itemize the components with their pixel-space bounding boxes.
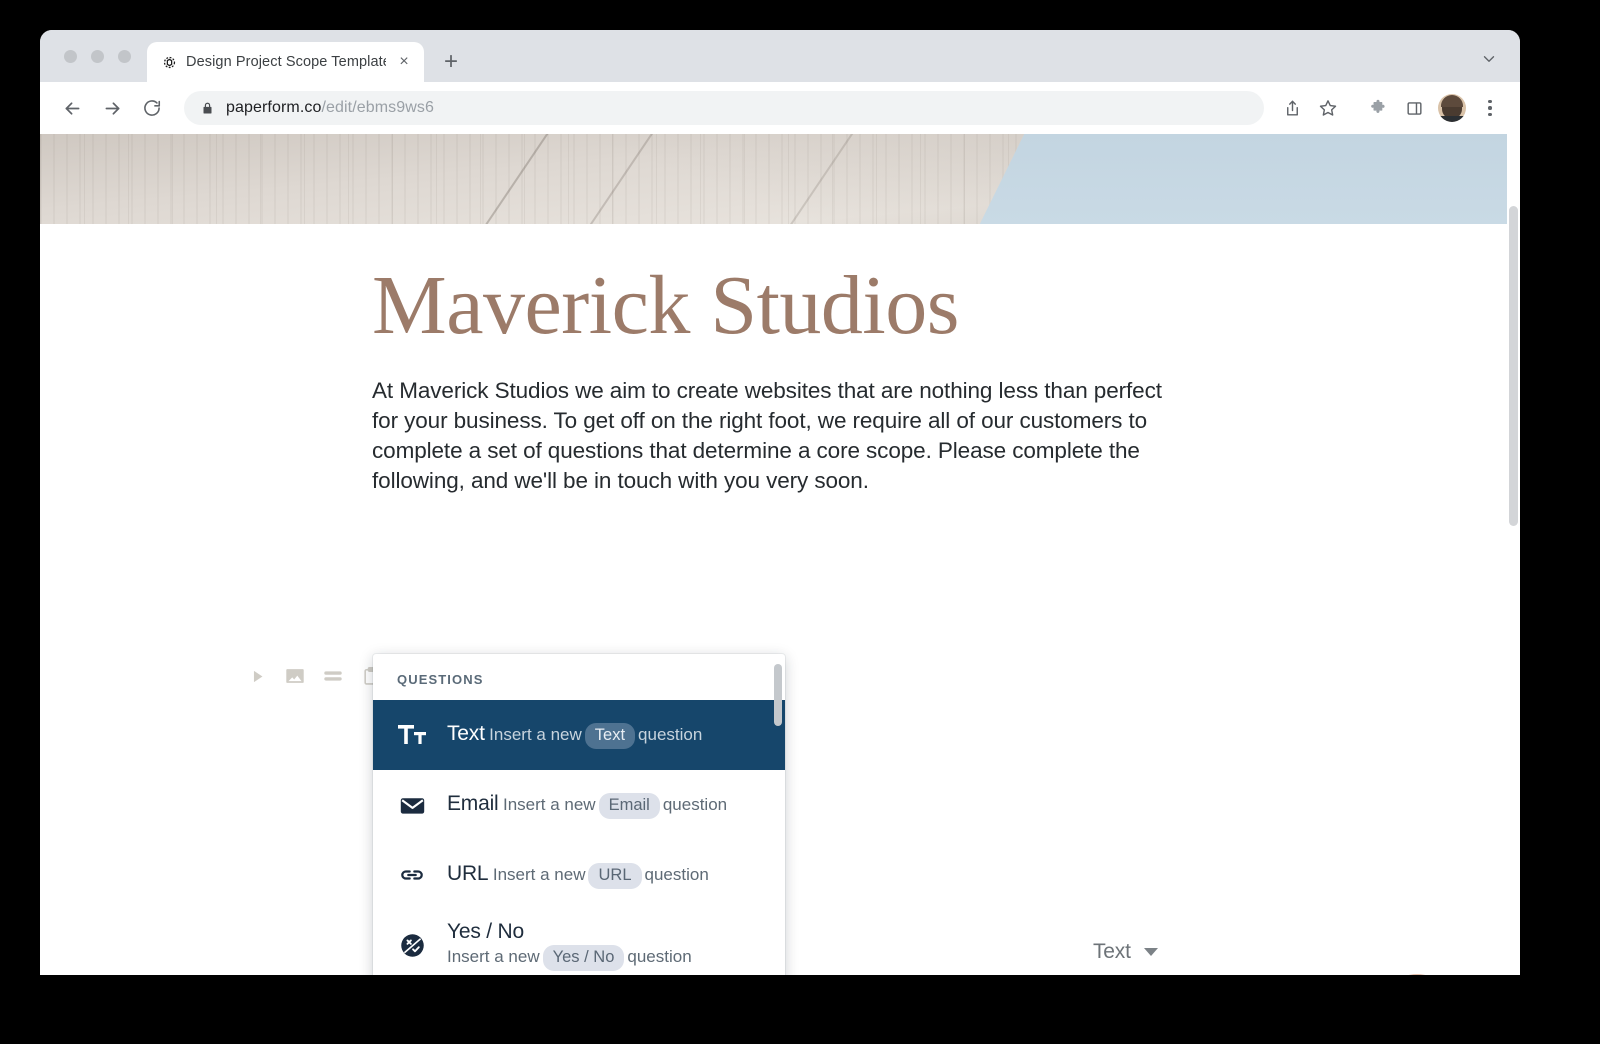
close-window-button[interactable] bbox=[64, 50, 77, 63]
menu-item-chip: Email bbox=[599, 793, 660, 819]
menu-item-body: Email Insert a newEmailquestion bbox=[447, 791, 727, 819]
star-icon[interactable] bbox=[1312, 92, 1344, 124]
subtitle-suffix: question bbox=[627, 947, 691, 966]
address-bar[interactable]: paperform.co/edit/ebms9ws6 bbox=[184, 91, 1264, 125]
browser-window: Design Project Scope Template × + paperf… bbox=[40, 30, 1520, 975]
side-panel-icon[interactable] bbox=[1398, 92, 1430, 124]
avatar-body bbox=[1438, 116, 1466, 122]
menu-item-title: Yes / No bbox=[447, 920, 524, 943]
browser-tab[interactable]: Design Project Scope Template × bbox=[147, 42, 424, 82]
divider-icon[interactable] bbox=[314, 658, 352, 694]
page-title[interactable]: Maverick Studios bbox=[372, 224, 1520, 350]
subtitle-prefix: Insert a new bbox=[493, 865, 586, 884]
browser-tab-title: Design Project Scope Template bbox=[186, 54, 386, 70]
question-type-dropdown[interactable]: QUESTIONS Text Insert a newTextquestion bbox=[373, 654, 785, 975]
url-domain: paperform.co bbox=[226, 99, 321, 116]
subtitle-suffix: question bbox=[663, 795, 727, 814]
form-hero-banner bbox=[40, 134, 1520, 224]
menu-item-body: URL Insert a newURLquestion bbox=[447, 861, 709, 889]
text-type-icon bbox=[397, 720, 427, 750]
link-icon bbox=[397, 860, 427, 890]
share-icon[interactable] bbox=[1276, 92, 1308, 124]
maximize-window-button[interactable] bbox=[118, 50, 131, 63]
forward-arrow-icon[interactable] bbox=[94, 90, 130, 126]
back-arrow-icon[interactable] bbox=[54, 90, 90, 126]
minimize-window-button[interactable] bbox=[91, 50, 104, 63]
field-type-label: Text bbox=[1093, 940, 1131, 964]
question-type-section-header: QUESTIONS bbox=[373, 654, 785, 700]
menu-item-chip: Yes / No bbox=[543, 945, 625, 971]
paperform-logo-icon bbox=[161, 54, 178, 71]
yes-no-icon bbox=[397, 930, 427, 960]
new-tab-button[interactable]: + bbox=[434, 45, 468, 79]
avatar-hair bbox=[1441, 95, 1463, 107]
subtitle-prefix: Insert a new bbox=[489, 725, 582, 744]
address-bar-url: paperform.co/edit/ebms9ws6 bbox=[226, 99, 434, 117]
field-type-selector[interactable]: Text bbox=[1093, 940, 1158, 964]
menu-item-body: Text Insert a newTextquestion bbox=[447, 721, 702, 749]
menu-item-email[interactable]: Email Insert a newEmailquestion bbox=[373, 770, 785, 840]
close-tab-button[interactable]: × bbox=[394, 52, 414, 72]
subtitle-suffix: question bbox=[638, 725, 702, 744]
kebab-menu-icon[interactable] bbox=[1476, 91, 1504, 125]
menu-item-yes-no[interactable]: Yes / No Insert a newYes / Noquestion bbox=[373, 910, 785, 975]
menu-item-subtitle: Insert a newYes / Noquestion bbox=[447, 947, 692, 966]
menu-item-title: Text bbox=[447, 722, 485, 745]
chevron-down-icon bbox=[1144, 948, 1158, 956]
page-scrollbar-track[interactable] bbox=[1507, 134, 1520, 975]
url-path: /edit/ebms9ws6 bbox=[321, 99, 434, 116]
menu-item-subtitle: Insert a newEmailquestion bbox=[503, 795, 727, 814]
browser-toolbar: paperform.co/edit/ebms9ws6 bbox=[40, 82, 1520, 134]
page-viewport: Maverick Studios At Maverick Studios we … bbox=[40, 134, 1520, 975]
chevron-down-icon[interactable] bbox=[1480, 50, 1498, 68]
page-scrollbar-thumb[interactable] bbox=[1509, 206, 1518, 526]
menu-item-chip: URL bbox=[588, 863, 641, 889]
menu-item-title: URL bbox=[447, 862, 488, 885]
menu-item-body: Yes / No Insert a newYes / Noquestion bbox=[447, 919, 767, 972]
dropdown-scrollbar-thumb[interactable] bbox=[774, 664, 782, 726]
menu-item-url[interactable]: URL Insert a newURLquestion bbox=[373, 840, 785, 910]
puzzle-icon[interactable] bbox=[1362, 92, 1394, 124]
envelope-icon bbox=[397, 790, 427, 820]
menu-item-subtitle: Insert a newURLquestion bbox=[493, 865, 709, 884]
lock-icon bbox=[200, 101, 215, 116]
form-description[interactable]: At Maverick Studios we aim to create web… bbox=[372, 376, 1190, 496]
menu-item-text[interactable]: Text Insert a newTextquestion bbox=[373, 700, 785, 770]
menu-item-title: Email bbox=[447, 792, 499, 815]
image-icon[interactable] bbox=[276, 658, 314, 694]
play-icon[interactable] bbox=[238, 658, 276, 694]
window-traffic-lights bbox=[56, 30, 147, 82]
subtitle-suffix: question bbox=[645, 865, 709, 884]
subtitle-prefix: Insert a new bbox=[503, 795, 596, 814]
subtitle-prefix: Insert a new bbox=[447, 947, 540, 966]
tab-strip: Design Project Scope Template × + bbox=[40, 30, 1520, 82]
reload-icon[interactable] bbox=[134, 90, 170, 126]
question-type-list: QUESTIONS Text Insert a newTextquestion bbox=[373, 654, 785, 975]
menu-item-chip: Text bbox=[585, 723, 635, 749]
avatar[interactable] bbox=[1438, 94, 1466, 122]
menu-item-subtitle: Insert a newTextquestion bbox=[489, 725, 702, 744]
